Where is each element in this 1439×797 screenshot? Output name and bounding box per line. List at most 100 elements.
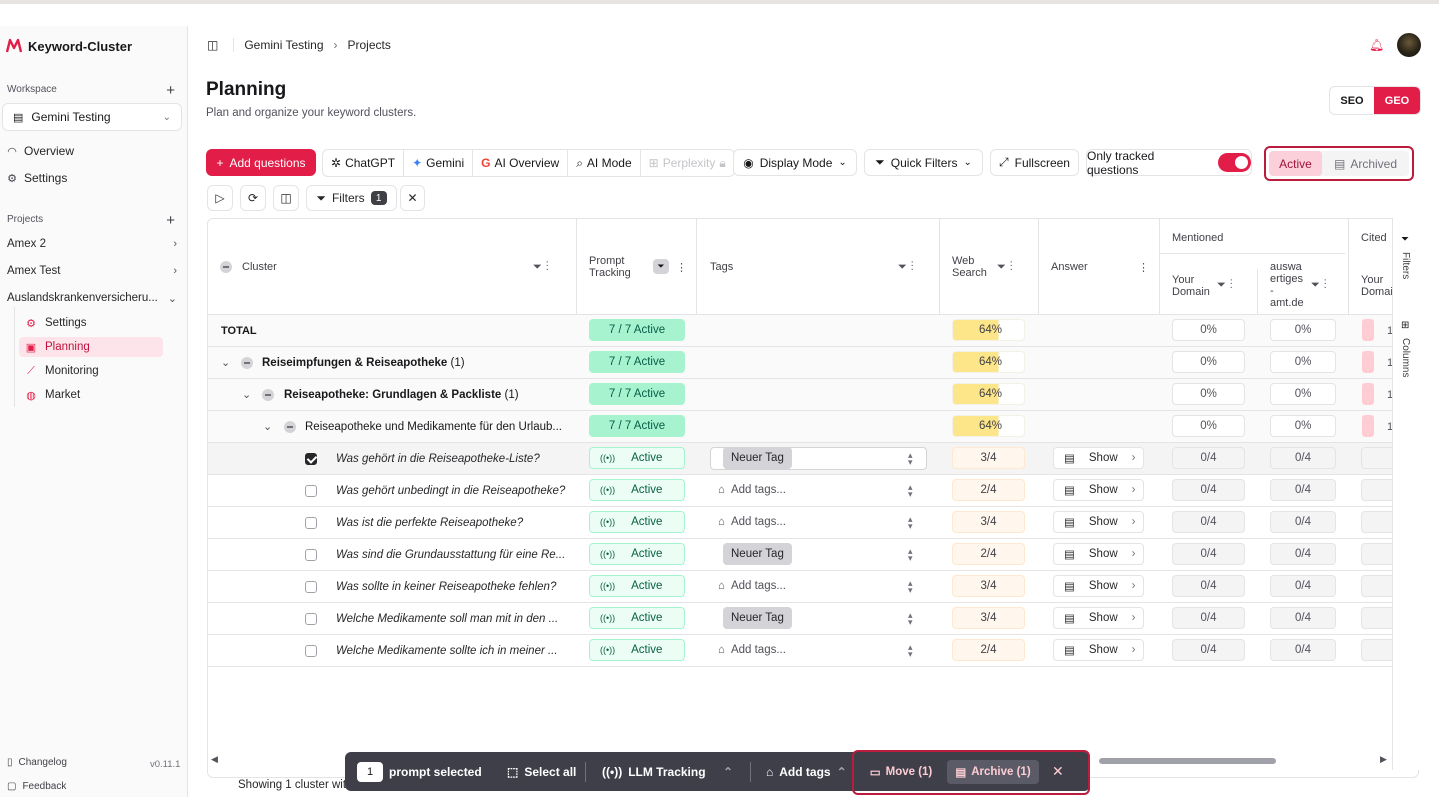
show-answer-button[interactable]: ▤ Show › [1053, 607, 1144, 629]
breadcrumb-workspace[interactable]: Gemini Testing [244, 38, 323, 52]
columns-button[interactable]: ◫ [273, 185, 299, 211]
add-tags-button[interactable]: ⌂ Add tags ⌃ [766, 765, 847, 779]
tracking-status[interactable]: ((•)) Active [589, 543, 685, 565]
question-text[interactable]: Welche Medikamente sollte ich in meiner … [336, 645, 558, 657]
tracking-pill[interactable]: 7 / 7 Active [589, 415, 685, 437]
header-auswaertiges[interactable]: auswa ertiges - amt.de [1270, 261, 1304, 309]
tracking-pill[interactable]: 7 / 7 Active [589, 319, 685, 341]
select-updown-icon[interactable]: ▴ ▾ [908, 643, 913, 659]
tracking-pill[interactable]: 7 / 7 Active [589, 351, 685, 373]
question-text[interactable]: Was ist die perfekte Reiseapotheke? [336, 517, 523, 529]
status-active-tab[interactable]: Active [1269, 151, 1322, 176]
fullscreen-button[interactable]: ⤢ Fullscreen [990, 149, 1079, 176]
table-row[interactable]: Welche Medikamente soll man mit in den .… [208, 603, 1401, 635]
header-ausw-actions[interactable]: ⏷⋮ [1311, 279, 1331, 292]
scroll-left-icon[interactable]: ◀ [211, 754, 218, 765]
question-text[interactable]: Was sollte in keiner Reiseapotheke fehle… [336, 581, 556, 593]
feedback-link[interactable]: ▢ Feedback [7, 781, 66, 792]
header-web-actions[interactable]: ⏷⋮ [997, 261, 1017, 274]
table-row[interactable]: Was ist die perfekte Reiseapotheke? ((•)… [208, 507, 1401, 539]
workspace-select[interactable]: ▤ Gemini Testing ⌄ [2, 103, 182, 131]
quick-filters-button[interactable]: ⏷ Quick Filters ⌄ [864, 149, 983, 176]
changelog-link[interactable]: ▯ Changelog [7, 757, 67, 768]
question-text[interactable]: Was gehört in die Reiseapotheke-Liste? [336, 453, 540, 465]
sidebar-toggle-icon[interactable]: ◫ [207, 38, 218, 52]
tracking-status[interactable]: ((•)) Active [589, 607, 685, 629]
select-updown-icon[interactable]: ▴ ▾ [908, 451, 913, 467]
row-checkbox[interactable] [305, 613, 317, 625]
subnav-settings[interactable]: ⚙ Settings [19, 313, 163, 333]
header-your-domain[interactable]: Your Domain [1172, 274, 1210, 298]
row-checkbox[interactable] [305, 517, 317, 529]
add-tags-field[interactable]: ⌂ Add tags... [718, 580, 786, 592]
tag-pill[interactable]: Neuer Tag [723, 447, 792, 469]
chevron-up-icon[interactable]: ⌃ [723, 765, 733, 779]
row-checkbox[interactable] [305, 453, 317, 465]
toggle-switch[interactable] [1218, 153, 1251, 172]
side-columns-label[interactable]: Columns [1400, 338, 1411, 377]
header-cited-your-domain[interactable]: Your Domai [1361, 274, 1393, 298]
table-row-group[interactable]: ⌄ Reiseapotheke: Grundlagen & Packliste … [208, 379, 1393, 411]
chevron-down-icon[interactable]: ⌄ [263, 411, 272, 442]
group-select-icon[interactable] [241, 357, 253, 369]
project-item[interactable]: Amex Test › [7, 261, 177, 281]
subnav-planning[interactable]: ▣ Planning [19, 337, 163, 357]
add-project-icon[interactable]: + [166, 213, 175, 228]
tracking-status[interactable]: ((•)) Active [589, 575, 685, 597]
tracking-status[interactable]: ((•)) Active [589, 447, 685, 469]
collapse-all-icon[interactable] [220, 261, 232, 273]
header-cluster-actions[interactable]: ⏷⋮ [533, 261, 553, 274]
header-actions-icon[interactable]: ⋮ [676, 261, 691, 274]
llm-tracking-button[interactable]: ((•)) LLM Tracking [602, 765, 706, 779]
tracking-status[interactable]: ((•)) Active [589, 639, 685, 661]
archive-button[interactable]: ▤ Archive (1) [947, 760, 1039, 784]
bell-icon[interactable]: 🔔︎ [1369, 38, 1384, 52]
show-answer-button[interactable]: ▤ Show › [1053, 511, 1144, 533]
add-questions-button[interactable]: + Add questions [206, 149, 316, 176]
status-archived-tab[interactable]: ▤ Archived [1322, 151, 1409, 176]
show-answer-button[interactable]: ▤ Show › [1053, 479, 1144, 501]
select-updown-icon[interactable]: ▴ ▾ [908, 515, 913, 531]
chevron-down-icon[interactable]: ⌄ [242, 379, 251, 410]
row-checkbox[interactable] [305, 645, 317, 657]
play-button[interactable]: ▷ [207, 185, 233, 211]
clear-filters-button[interactable]: ✕ [400, 185, 425, 211]
filter-icon[interactable]: ⏷ [1401, 234, 1409, 245]
header-cluster[interactable]: Cluster [242, 261, 277, 273]
show-answer-button[interactable]: ▤ Show › [1053, 639, 1144, 661]
row-checkbox[interactable] [305, 581, 317, 593]
group-select-icon[interactable] [262, 389, 274, 401]
header-your-domain-actions[interactable]: ⏷⋮ [1217, 279, 1237, 292]
tracking-status[interactable]: ((•)) Active [589, 479, 685, 501]
add-workspace-icon[interactable]: + [166, 83, 175, 98]
avatar[interactable] [1397, 33, 1421, 57]
refresh-button[interactable]: ⟳ [240, 185, 266, 211]
scroll-right-icon[interactable]: ▶ [1380, 754, 1387, 765]
nav-settings[interactable]: ⚙ Settings [6, 168, 67, 188]
question-text[interactable]: Welche Medikamente soll man mit in den .… [336, 613, 558, 625]
llm-gemini[interactable]: ✦ Gemini [404, 150, 474, 176]
llm-ai-overview[interactable]: G AI Overview [473, 150, 569, 176]
seo-option[interactable]: SEO [1330, 87, 1374, 114]
table-row[interactable]: Was sind die Grundausstattung für eine R… [208, 539, 1401, 571]
show-answer-button[interactable]: ▤ Show › [1053, 543, 1144, 565]
scroll-thumb[interactable] [1099, 758, 1276, 764]
tracking-status[interactable]: ((•)) Active [589, 511, 685, 533]
subnav-market[interactable]: ◍ Market [19, 385, 163, 405]
add-tags-field[interactable]: ⌂ Add tags... [718, 516, 786, 528]
project-item[interactable]: Auslandskrankenversicheru... ⌄ [7, 288, 177, 308]
breadcrumb-projects[interactable]: Projects [348, 38, 391, 52]
tag-pill[interactable]: Neuer Tag [723, 607, 792, 629]
row-checkbox[interactable] [305, 485, 317, 497]
select-all-button[interactable]: ⬚ Select all [507, 765, 576, 779]
header-tags[interactable]: Tags [710, 261, 733, 273]
header-tags-actions[interactable]: ⏷⋮ [898, 261, 918, 274]
table-row[interactable]: Was gehört in die Reiseapotheke-Liste? (… [208, 443, 1401, 475]
select-updown-icon[interactable]: ▴ ▾ [908, 611, 913, 627]
question-text[interactable]: Was sind die Grundausstattung für eine R… [336, 549, 565, 561]
nav-overview[interactable]: ◠ Overview [6, 141, 74, 161]
add-tags-field[interactable]: ⌂ Add tags... [718, 644, 786, 656]
close-icon[interactable]: ✕ [1052, 763, 1064, 780]
show-answer-button[interactable]: ▤ Show › [1053, 575, 1144, 597]
only-tracked-toggle[interactable]: Only tracked questions [1086, 149, 1252, 177]
